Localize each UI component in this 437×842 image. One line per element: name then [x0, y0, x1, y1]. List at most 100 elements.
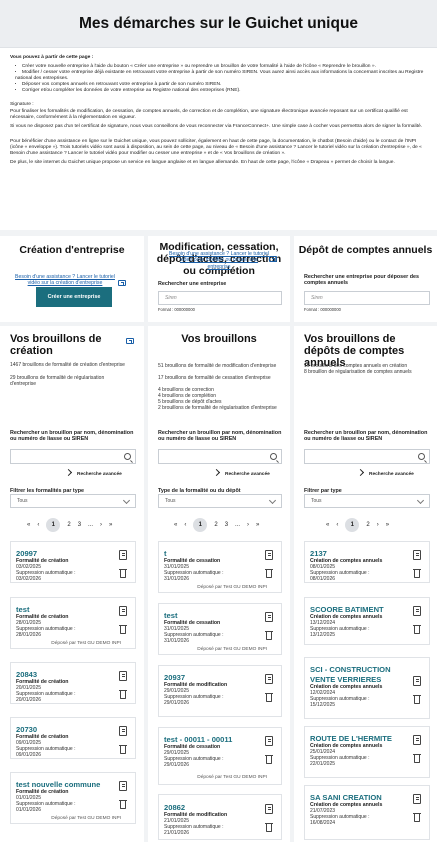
resume-draft-icon[interactable]: [265, 674, 273, 684]
last-page-button[interactable]: »: [386, 522, 389, 528]
resume-draft-icon[interactable]: [265, 550, 273, 560]
first-page-button[interactable]: «: [174, 522, 177, 528]
creation-draft-item[interactable]: test Formalité de création 28/01/2025 Su…: [10, 597, 136, 649]
page-button[interactable]: 1: [345, 518, 360, 532]
draft-name[interactable]: test: [164, 611, 178, 620]
external-video-icon[interactable]: [118, 280, 126, 286]
delete-icon[interactable]: [119, 568, 127, 578]
draft-item[interactable]: test - 00011 - 00011 Formalité de cessat…: [158, 727, 282, 785]
first-page-button[interactable]: «: [326, 522, 329, 528]
resume-draft-icon[interactable]: [413, 606, 421, 616]
draft-item[interactable]: 20937 Formalité de modification 29/01/20…: [158, 665, 282, 717]
prev-page-button[interactable]: ‹: [184, 522, 186, 528]
search-icon[interactable]: [270, 453, 277, 460]
delete-icon[interactable]: [119, 624, 127, 634]
accounts-draft-item[interactable]: ROUTE DE L'HERMITE Création de comptes a…: [304, 726, 430, 778]
page-button[interactable]: 3: [225, 522, 228, 528]
resume-draft-icon[interactable]: [119, 550, 127, 560]
delete-icon[interactable]: [119, 744, 127, 754]
delete-icon[interactable]: [265, 692, 273, 702]
resume-draft-icon[interactable]: [265, 736, 273, 746]
resume-draft-icon[interactable]: [413, 735, 421, 745]
resume-draft-icon[interactable]: [413, 676, 421, 686]
delete-icon[interactable]: [265, 630, 273, 640]
resume-draft-icon[interactable]: [119, 726, 127, 736]
draft-item[interactable]: test Formalité de cessation 31/01/2025 S…: [158, 603, 282, 655]
page-button[interactable]: 2: [67, 522, 70, 528]
modification-siren-input[interactable]: Siren: [158, 291, 282, 305]
creation-draft-item[interactable]: test nouvelle commune Formalité de créat…: [10, 772, 136, 824]
draft-name[interactable]: test: [16, 605, 30, 614]
draft-name[interactable]: 20997: [16, 549, 37, 558]
last-page-button[interactable]: »: [109, 522, 112, 528]
resume-draft-icon[interactable]: [265, 804, 273, 814]
delete-icon[interactable]: [265, 754, 273, 764]
prev-page-button[interactable]: ‹: [37, 522, 39, 528]
delete-icon[interactable]: [413, 753, 421, 763]
next-page-button[interactable]: ›: [247, 522, 249, 528]
draft-name[interactable]: 2137: [310, 549, 327, 558]
creation-draft-item[interactable]: 20843 Formalité de création 20/01/2025 S…: [10, 662, 136, 704]
draft-name[interactable]: 20843: [16, 670, 37, 679]
delete-icon[interactable]: [265, 822, 273, 832]
search-icon[interactable]: [418, 453, 425, 460]
delete-icon[interactable]: [413, 812, 421, 822]
first-page-button[interactable]: «: [27, 522, 30, 528]
advanced-search-link[interactable]: Recherche avancée: [212, 468, 270, 477]
draft-name[interactable]: t: [164, 549, 167, 558]
search-icon[interactable]: [124, 453, 131, 460]
advanced-search-link[interactable]: Recherche avancée: [64, 468, 122, 477]
resume-draft-icon[interactable]: [413, 794, 421, 804]
advanced-search-link[interactable]: Recherche avancée: [356, 468, 414, 477]
creation-draft-item[interactable]: 20997 Formalité de création 03/02/2025 S…: [10, 541, 136, 583]
draft-name[interactable]: 20937: [164, 673, 185, 682]
resume-draft-icon[interactable]: [119, 671, 127, 681]
accounts-draft-item[interactable]: 2137 Création de comptes annuels 08/01/2…: [304, 541, 430, 583]
resume-draft-icon[interactable]: [265, 612, 273, 622]
accounts-draft-item[interactable]: SA SANI CREATION Création de comptes ann…: [304, 785, 430, 840]
page-button[interactable]: 3: [78, 522, 81, 528]
resume-draft-icon[interactable]: [119, 781, 127, 791]
draft-item[interactable]: t Formalité de cessation 31/01/2025 Supp…: [158, 541, 282, 593]
create-company-button[interactable]: Créer une entreprise: [36, 287, 112, 307]
external-video-icon[interactable]: [269, 256, 277, 262]
draft-name[interactable]: test - 00011 - 00011: [164, 735, 232, 744]
resume-draft-icon[interactable]: [413, 550, 421, 560]
creation-draft-item[interactable]: 20730 Formalité de création 09/01/2025 S…: [10, 717, 136, 759]
draft-name[interactable]: SCOORE BATIMENT: [310, 605, 384, 614]
accounts-draft-item[interactable]: SCOORE BATIMENT Création de comptes annu…: [304, 597, 430, 645]
resume-draft-icon[interactable]: [119, 606, 127, 616]
draft-name[interactable]: test nouvelle commune: [16, 780, 100, 789]
draft-name[interactable]: SCI - CONSTRUCTION VENTE VERRIERES: [310, 665, 416, 685]
delete-icon[interactable]: [265, 568, 273, 578]
draft-name[interactable]: ROUTE DE L'HERMITE: [310, 734, 392, 743]
prev-page-button[interactable]: ‹: [336, 522, 338, 528]
delete-icon[interactable]: [413, 568, 421, 578]
drafts-filter-select[interactable]: Tous: [158, 494, 282, 508]
external-video-icon[interactable]: [126, 338, 134, 344]
delete-icon[interactable]: [413, 624, 421, 634]
delete-icon[interactable]: [119, 689, 127, 699]
draft-item[interactable]: 20862 Formalité de modification 21/01/20…: [158, 794, 282, 840]
last-page-button[interactable]: »: [256, 522, 259, 528]
page-button[interactable]: 1: [46, 518, 61, 532]
draft-name[interactable]: 20862: [164, 803, 185, 812]
accounts-draft-item[interactable]: SCI - CONSTRUCTION VENTE VERRIERES Créat…: [304, 657, 430, 719]
accounts-search-input[interactable]: [304, 449, 430, 464]
page-button[interactable]: 1: [193, 518, 208, 532]
delete-icon[interactable]: [413, 694, 421, 704]
creation-drafts-search-input[interactable]: [10, 449, 136, 464]
page-button[interactable]: 2: [214, 522, 217, 528]
creation-filter-select[interactable]: Tous: [10, 494, 136, 508]
accounts-filter-select[interactable]: Tous: [304, 494, 430, 508]
creation-tutorial-link[interactable]: Besoin d'une assistance ? Lancer le tuto…: [14, 274, 116, 287]
draft-name[interactable]: SA SANI CREATION: [310, 793, 382, 802]
next-page-button[interactable]: ›: [100, 522, 102, 528]
modification-tutorial-link[interactable]: Besoin d'une assistance ? Lancer le tuto…: [168, 251, 270, 270]
delete-icon[interactable]: [119, 799, 127, 809]
comptes-siren-input[interactable]: Siren: [304, 291, 430, 305]
next-page-button[interactable]: ›: [377, 522, 379, 528]
page-button[interactable]: 2: [366, 522, 369, 528]
drafts-search-input[interactable]: [158, 449, 282, 464]
draft-name[interactable]: 20730: [16, 725, 37, 734]
